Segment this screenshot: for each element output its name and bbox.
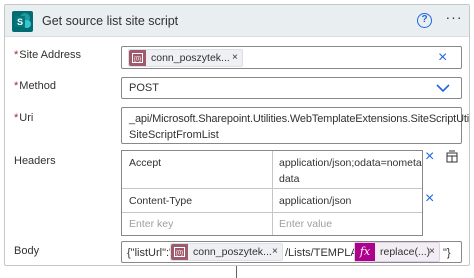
site-address-label: *Site Address [14,49,82,61]
uri-label: *Uri [14,112,34,124]
body-token[interactable]: {0} conn_poszytek... × [170,243,283,261]
flow-connector-line [236,266,237,278]
remove-row-icon[interactable]: × [425,191,434,207]
body-token-label: conn_poszytek... [193,246,272,258]
expression-token[interactable]: fx replace(...) × [354,242,440,262]
row-divider [122,188,422,189]
token-remove-icon[interactable]: × [429,246,435,257]
body-suffix-text: "} [443,247,451,259]
body-label: Body [14,245,40,257]
expression-token-label: replace(...) [380,246,431,258]
method-value: POST [129,82,159,94]
switch-to-text-mode-icon[interactable] [445,150,459,167]
method-label: *Method [14,80,56,92]
column-divider [272,151,273,235]
site-address-token[interactable]: {0} conn_poszytek... × [128,49,243,67]
method-select[interactable]: POST [121,77,462,99]
dynamic-content-icon: {0} [129,50,146,66]
action-card: S Get source list site script ? ··· *Sit… [4,4,470,266]
header-value-placeholder[interactable]: Enter value [279,218,332,230]
uri-value-line1: _api/Microsoft.Sharepoint.Utilities.WebT… [129,113,470,125]
row-divider [122,212,422,213]
site-address-field[interactable]: {0} conn_poszytek... × × [121,46,462,69]
help-circle-icon[interactable]: ? [417,13,432,28]
uri-value-line2: SiteScriptFromList [129,129,219,141]
sharepoint-logo-icon: S [12,11,33,32]
svg-text:{0}: {0} [176,251,183,257]
header-key-input[interactable]: Content-Type [129,195,192,207]
header-value-input[interactable]: application/json;odata=nometa [279,157,422,169]
headers-label: Headers [14,155,56,167]
dynamic-content-icon: {0} [171,244,188,260]
header-key-input[interactable]: Accept [129,157,161,169]
headers-table: Accept application/json;odata=nometa dat… [121,150,423,236]
body-prefix-text: {"listUrl":" [127,247,173,259]
expression-fx-icon: fx [355,243,375,261]
uri-input[interactable]: _api/Microsoft.Sharepoint.Utilities.WebT… [121,107,469,144]
action-header[interactable]: S Get source list site script ? ··· [5,5,469,37]
more-options-icon[interactable]: ··· [442,9,466,29]
token-remove-icon[interactable]: × [272,246,278,257]
chevron-down-icon[interactable] [435,81,451,98]
header-key-placeholder[interactable]: Enter key [129,218,173,230]
clear-icon[interactable]: × [438,50,447,66]
svg-text:{0}: {0} [134,57,141,63]
site-address-token-label: conn_poszytek... [151,52,230,64]
action-title: Get source list site script [42,14,179,28]
token-remove-icon[interactable]: × [232,52,238,63]
header-value-line2: data [279,173,300,185]
svg-text:S: S [17,17,23,27]
header-value-input[interactable]: application/json [279,195,351,207]
remove-row-icon[interactable]: × [425,149,434,165]
